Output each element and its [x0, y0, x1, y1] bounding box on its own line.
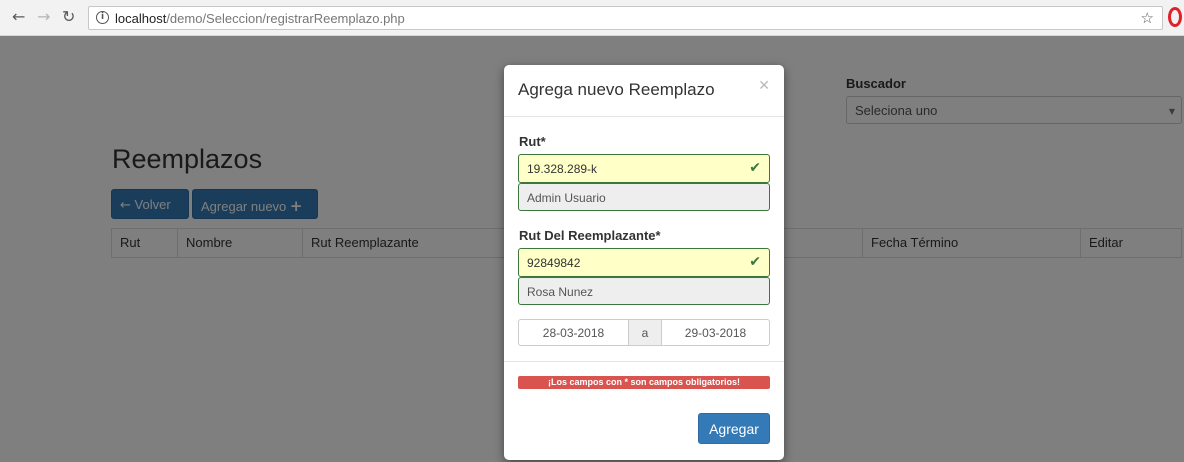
- url-text: localhost/demo/Seleccion/registrarReempl…: [115, 11, 405, 26]
- opera-icon[interactable]: [1168, 7, 1182, 27]
- rut-reemplazante-label: Rut Del Reemplazante*: [519, 228, 661, 243]
- modal-header: Agrega nuevo Reemplazo ✕: [504, 65, 784, 117]
- forward-arrow-icon[interactable]: →: [37, 8, 50, 26]
- rut-input-value: 19.328.289-k: [527, 162, 598, 176]
- checkmark-icon: ✔: [749, 160, 761, 176]
- back-arrow-icon[interactable]: ←: [12, 8, 25, 26]
- reload-icon[interactable]: ↻: [62, 8, 75, 26]
- required-fields-alert: ¡Los campos con * son campos obligatorio…: [518, 376, 770, 389]
- bookmark-star-icon[interactable]: ☆: [1141, 9, 1154, 27]
- modal-title: Agrega nuevo Reemplazo: [518, 80, 715, 99]
- date-from-input[interactable]: 28-03-2018: [519, 320, 628, 345]
- date-range-separator: a: [628, 320, 662, 345]
- date-to-input[interactable]: 29-03-2018: [662, 320, 769, 345]
- agregar-button[interactable]: Agregar: [698, 413, 770, 444]
- address-bar[interactable]: i localhost/demo/Seleccion/registrarReem…: [88, 6, 1163, 30]
- rut-label: Rut*: [519, 134, 546, 149]
- browser-toolbar: ← → ↻ i localhost/demo/Seleccion/registr…: [0, 0, 1184, 36]
- rut-reemplazante-input[interactable]: 92849842 ✔: [518, 248, 770, 277]
- info-icon[interactable]: i: [96, 11, 109, 24]
- date-range: 28-03-2018 a 29-03-2018: [518, 319, 770, 346]
- rut-reemplazante-name-field: Rosa Nunez: [518, 277, 770, 305]
- checkmark-icon: ✔: [749, 254, 761, 270]
- add-reemplazo-modal: Agrega nuevo Reemplazo ✕ Rut* 19.328.289…: [504, 65, 784, 460]
- rut-name-field: Admin Usuario: [518, 183, 770, 211]
- modal-divider: [504, 361, 784, 362]
- rut-reemplazante-input-value: 92849842: [527, 256, 581, 270]
- rut-input[interactable]: 19.328.289-k ✔: [518, 154, 770, 183]
- close-icon[interactable]: ✕: [758, 78, 770, 94]
